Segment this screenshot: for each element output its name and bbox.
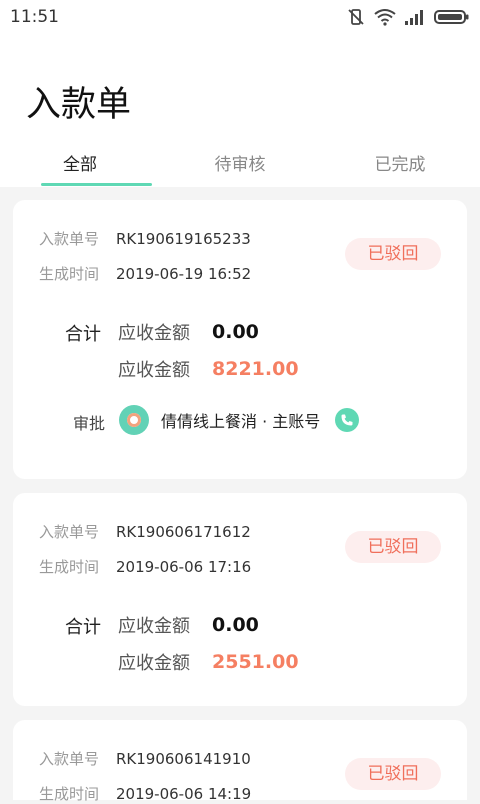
approver: 倩倩线上餐消 · 主账号 [119, 405, 360, 435]
created-row: 生成时间 2019-06-06 14:19 [39, 783, 251, 804]
order-no-row: 入款单号 RK190619165233 [39, 228, 251, 249]
tab-label: 全部 [63, 155, 97, 175]
amount-row: 应收金额 0.00 [118, 319, 259, 345]
amount-row: 应收金额 8221.00 [118, 356, 299, 382]
receivable-value: 0.00 [212, 321, 259, 343]
receivable-value-highlight: 8221.00 [212, 358, 299, 380]
tab-all[interactable]: 全部 [0, 140, 160, 187]
total-label: 合计 [65, 617, 101, 638]
tab-bar: 全部 待审核 已完成 [0, 140, 480, 187]
created-value: 2019-06-19 16:52 [116, 264, 252, 283]
created-row: 生成时间 2019-06-19 16:52 [39, 263, 251, 284]
receivable-value-highlight: 2551.00 [212, 651, 299, 673]
status-badge: 已驳回 [345, 531, 441, 563]
status-badge: 已驳回 [345, 758, 441, 790]
order-no-label: 入款单号 [39, 750, 100, 768]
tab-pending[interactable]: 待审核 [160, 140, 320, 187]
tab-completed[interactable]: 已完成 [320, 140, 480, 187]
signal-icon [405, 10, 423, 25]
status-icons [346, 7, 470, 27]
status-bar: 11:51 [0, 0, 480, 34]
created-label: 生成时间 [39, 558, 100, 576]
avatar [119, 405, 149, 435]
order-no-value: RK190606171612 [116, 522, 251, 541]
created-label: 生成时间 [39, 265, 100, 283]
avatar-icon [127, 413, 141, 427]
receipt-card[interactable]: 入款单号 RK190606141910 生成时间 2019-06-06 14:1… [13, 720, 467, 803]
tab-active-indicator [41, 183, 152, 186]
receipt-card[interactable]: 入款单号 RK190606171612 生成时间 2019-06-06 17:1… [13, 493, 467, 706]
tab-label: 已完成 [374, 155, 426, 175]
receivable-value: 0.00 [212, 614, 259, 636]
battery-icon [434, 10, 469, 24]
approve-label: 审批 [73, 414, 106, 433]
total-label: 合计 [65, 324, 101, 345]
created-value: 2019-06-06 17:16 [116, 557, 252, 576]
receivable-label: 应收金额 [118, 323, 190, 344]
amount-row: 应收金额 0.00 [118, 612, 259, 638]
status-time: 11:51 [10, 7, 59, 27]
receivable-label: 应收金额 [118, 653, 190, 674]
phone-icon[interactable] [335, 408, 360, 432]
created-label: 生成时间 [39, 785, 100, 803]
status-badge: 已驳回 [345, 238, 441, 270]
receivable-label: 应收金额 [118, 360, 190, 381]
wifi-icon [374, 9, 396, 26]
order-no-label: 入款单号 [39, 523, 100, 541]
created-row: 生成时间 2019-06-06 17:16 [39, 556, 251, 577]
order-no-value: RK190619165233 [116, 229, 251, 248]
amount-row: 应收金额 2551.00 [118, 649, 299, 675]
order-no-row: 入款单号 RK190606141910 [39, 748, 251, 769]
tab-label: 待审核 [214, 155, 266, 175]
order-no-label: 入款单号 [39, 230, 100, 248]
header-area: 11:51 入款单 全部 待审核 已完成 [0, 0, 480, 187]
vibrate-off-icon [348, 9, 364, 25]
page-title: 入款单 [26, 85, 132, 125]
receipt-card[interactable]: 入款单号 RK190619165233 生成时间 2019-06-19 16:5… [13, 200, 467, 479]
receivable-label: 应收金额 [118, 616, 190, 637]
order-no-value: RK190606141910 [116, 749, 251, 768]
approver-name: 倩倩线上餐消 · 主账号 [161, 412, 321, 431]
order-no-row: 入款单号 RK190606171612 [39, 521, 251, 542]
